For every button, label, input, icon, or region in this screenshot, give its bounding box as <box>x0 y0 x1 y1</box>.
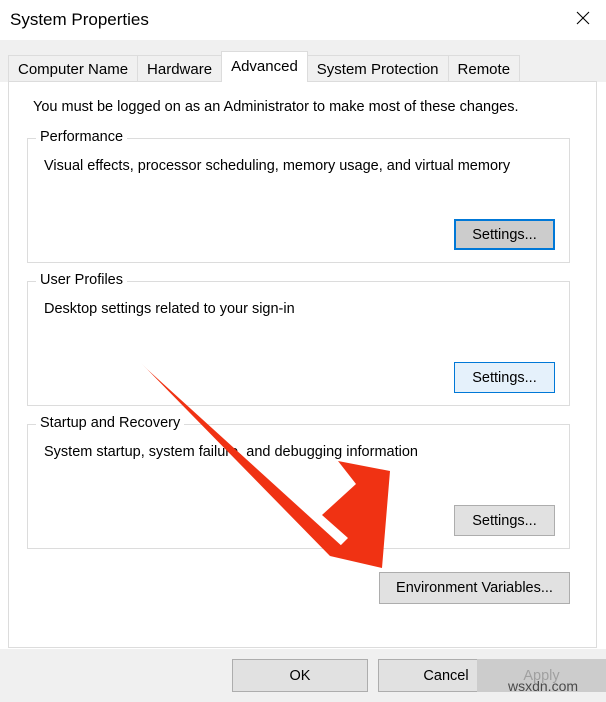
performance-description: Visual effects, processor scheduling, me… <box>44 158 510 174</box>
startup-recovery-group: Startup and Recovery System startup, sys… <box>27 424 570 549</box>
environment-variables-button[interactable]: Environment Variables... <box>379 572 570 604</box>
tab-hardware[interactable]: Hardware <box>137 55 222 82</box>
tab-computer-name[interactable]: Computer Name <box>8 55 138 82</box>
system-properties-window: System Properties Computer Name Hardware… <box>0 0 606 702</box>
advanced-tab-panel: You must be logged on as an Administrato… <box>8 81 597 648</box>
user-profiles-group-label: User Profiles <box>36 272 127 288</box>
startup-recovery-description: System startup, system failure, and debu… <box>44 444 418 460</box>
performance-group-label: Performance <box>36 129 127 145</box>
administrator-note: You must be logged on as an Administrato… <box>33 99 519 115</box>
close-icon[interactable] <box>560 0 606 36</box>
startup-recovery-group-label: Startup and Recovery <box>36 415 184 431</box>
user-profiles-group: User Profiles Desktop settings related t… <box>27 281 570 406</box>
tab-list: Computer Name Hardware Advanced System P… <box>8 51 519 82</box>
performance-group: Performance Visual effects, processor sc… <box>27 138 570 263</box>
user-profiles-description: Desktop settings related to your sign-in <box>44 301 295 317</box>
window-title: System Properties <box>10 8 149 32</box>
watermark-text: wsxdn.com <box>508 678 578 694</box>
dialog-footer: OK Cancel Apply <box>0 649 606 702</box>
user-profiles-settings-button[interactable]: Settings... <box>454 362 555 393</box>
tab-remote[interactable]: Remote <box>448 55 521 82</box>
tab-strip: Computer Name Hardware Advanced System P… <box>0 40 606 82</box>
startup-recovery-settings-button[interactable]: Settings... <box>454 505 555 536</box>
title-bar: System Properties <box>0 0 606 40</box>
performance-settings-button[interactable]: Settings... <box>454 219 555 250</box>
ok-button[interactable]: OK <box>232 659 368 692</box>
tab-advanced[interactable]: Advanced <box>221 51 308 82</box>
tab-system-protection[interactable]: System Protection <box>307 55 449 82</box>
